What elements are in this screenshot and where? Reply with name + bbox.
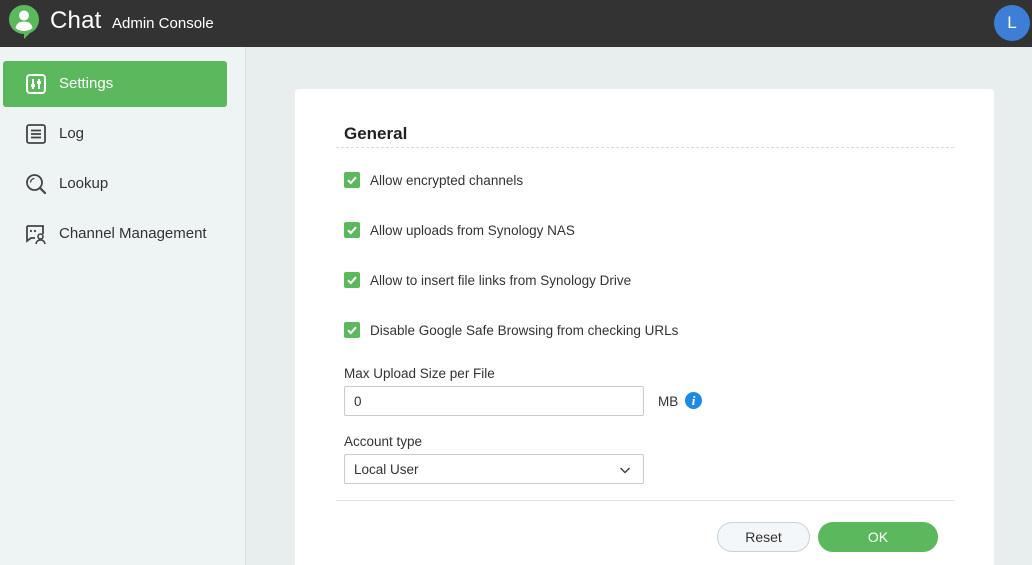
top-bar: Chat Admin Console L xyxy=(0,0,1032,47)
checkbox-checked[interactable] xyxy=(344,322,360,338)
checkbox-checked[interactable] xyxy=(344,272,360,288)
info-icon[interactable]: i xyxy=(685,392,702,409)
sidebar-item-channel-management[interactable]: Channel Management xyxy=(3,211,227,257)
account-type-select[interactable]: Local User xyxy=(344,454,644,484)
option-drive-file-links[interactable]: Allow to insert file links from Synology… xyxy=(344,270,631,290)
check-icon xyxy=(347,276,357,285)
sidebar-item-label: Lookup xyxy=(59,175,109,192)
sidebar-item-lookup[interactable]: Lookup xyxy=(3,161,227,207)
option-disable-safe-browsing[interactable]: Disable Google Safe Browsing from checki… xyxy=(344,320,678,340)
check-icon xyxy=(347,176,357,185)
sidebar-item-label: Settings xyxy=(59,75,114,92)
sidebar-item-label: Channel Management xyxy=(59,225,207,242)
settings-panel: General Allow encrypted channels Allow u… xyxy=(295,89,994,565)
channel-management-icon xyxy=(26,225,46,245)
check-icon xyxy=(347,326,357,335)
log-list-icon xyxy=(26,124,46,144)
max-upload-input[interactable] xyxy=(344,386,644,416)
max-upload-label: Max Upload Size per File xyxy=(344,366,495,381)
user-avatar[interactable]: L xyxy=(994,5,1030,41)
option-label: Disable Google Safe Browsing from checki… xyxy=(370,322,679,338)
app-subtitle: Admin Console xyxy=(112,15,214,32)
reset-button[interactable]: Reset xyxy=(717,522,810,552)
lookup-magnifier-icon xyxy=(26,174,47,195)
option-label: Allow encrypted channels xyxy=(370,172,524,188)
sidebar: Settings Log Lookup Channel Management xyxy=(0,47,246,565)
checkbox-checked[interactable] xyxy=(344,222,360,238)
option-label: Allow uploads from Synology NAS xyxy=(370,222,575,238)
option-label: Allow to insert file links from Synology… xyxy=(370,272,632,288)
app-title: Chat xyxy=(50,7,102,34)
footer-divider xyxy=(336,500,954,501)
sidebar-item-log[interactable]: Log xyxy=(3,111,227,157)
checkbox-checked[interactable] xyxy=(344,172,360,188)
chevron-down-icon xyxy=(619,467,631,474)
account-type-value: Local User xyxy=(354,462,419,477)
ok-button[interactable]: OK xyxy=(818,522,938,552)
option-encrypted-channels[interactable]: Allow encrypted channels xyxy=(344,170,523,190)
settings-sliders-icon xyxy=(26,74,46,94)
section-divider xyxy=(336,147,954,148)
unit-label: MB xyxy=(658,394,679,409)
sidebar-item-settings[interactable]: Settings xyxy=(3,61,227,107)
chat-logo-icon xyxy=(9,5,39,39)
sidebar-item-label: Log xyxy=(59,125,85,142)
option-uploads-from-nas[interactable]: Allow uploads from Synology NAS xyxy=(344,220,575,240)
account-type-label: Account type xyxy=(344,434,423,449)
check-icon xyxy=(347,226,357,235)
section-title: General xyxy=(344,124,408,143)
main-content: General Allow encrypted channels Allow u… xyxy=(246,47,1032,565)
